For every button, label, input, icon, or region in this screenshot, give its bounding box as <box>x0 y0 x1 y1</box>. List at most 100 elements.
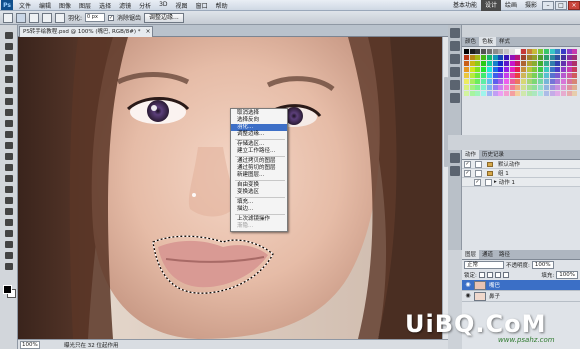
color-swatch[interactable] <box>464 85 469 90</box>
action-checkbox[interactable]: ✓ <box>464 160 471 168</box>
color-swatch[interactable] <box>492 55 498 60</box>
color-swatch[interactable] <box>503 73 509 78</box>
color-swatch[interactable] <box>498 49 504 54</box>
color-swatch[interactable] <box>543 79 549 84</box>
color-swatch[interactable] <box>509 79 515 84</box>
color-swatch[interactable] <box>572 79 578 84</box>
color-swatch[interactable] <box>566 67 572 72</box>
color-swatch[interactable] <box>475 55 481 60</box>
color-swatch[interactable] <box>549 61 555 66</box>
color-swatch[interactable] <box>475 91 481 96</box>
dialog-toggle[interactable] <box>485 178 492 186</box>
color-swatch[interactable] <box>572 49 578 54</box>
context-menu-item[interactable]: 自由变换 <box>231 182 287 189</box>
color-swatch[interactable] <box>464 67 469 72</box>
color-swatch[interactable] <box>481 67 487 72</box>
color-swatch[interactable] <box>521 73 526 78</box>
color-swatch[interactable] <box>469 91 475 96</box>
dialog-toggle[interactable] <box>475 160 482 168</box>
color-swatch[interactable] <box>515 61 521 66</box>
color-swatch[interactable] <box>492 67 498 72</box>
menu-item[interactable]: 视图 <box>172 1 192 10</box>
color-swatch[interactable] <box>498 67 504 72</box>
color-swatch[interactable] <box>509 91 515 96</box>
color-swatch[interactable] <box>492 73 498 78</box>
color-swatch[interactable] <box>538 49 544 54</box>
color-swatch[interactable] <box>469 79 475 84</box>
color-swatch[interactable] <box>509 49 515 54</box>
minimize-button[interactable]: – <box>542 0 554 10</box>
color-swatch[interactable] <box>469 55 475 60</box>
color-swatch[interactable] <box>503 85 509 90</box>
color-swatch[interactable] <box>543 73 549 78</box>
color-swatch[interactable] <box>549 55 555 60</box>
color-swatch[interactable] <box>526 55 532 60</box>
move-tool-icon[interactable] <box>4 31 14 40</box>
color-swatch[interactable] <box>526 61 532 66</box>
color-swatch[interactable] <box>492 79 498 84</box>
lock-position-icon[interactable] <box>494 272 501 278</box>
color-swatch[interactable] <box>560 73 566 78</box>
color-swatch[interactable] <box>526 85 532 90</box>
brush-panel-icon[interactable] <box>450 41 460 51</box>
color-swatch[interactable] <box>486 61 492 66</box>
color-swatch[interactable] <box>572 73 578 78</box>
character-icon[interactable] <box>450 67 460 77</box>
color-swatch[interactable] <box>549 49 555 54</box>
context-menu-item[interactable]: 建立工作路径... <box>231 148 287 155</box>
color-swatch[interactable] <box>503 49 509 54</box>
visibility-eye-icon[interactable]: ◉ <box>464 281 472 289</box>
color-swatch[interactable] <box>521 85 526 90</box>
color-swatch[interactable] <box>543 85 549 90</box>
color-swatch[interactable] <box>481 91 487 96</box>
lock-all-icon[interactable] <box>502 272 509 278</box>
color-swatch[interactable] <box>555 85 561 90</box>
color-swatch[interactable] <box>503 79 509 84</box>
color-swatch[interactable] <box>492 49 498 54</box>
color-swatch[interactable] <box>464 73 469 78</box>
color-swatch[interactable] <box>486 67 492 72</box>
color-swatch[interactable] <box>498 55 504 60</box>
panel-tab[interactable]: 色板 <box>479 37 497 46</box>
subtract-selection-icon[interactable] <box>42 12 52 23</box>
maximize-button[interactable]: □ <box>555 0 567 10</box>
shape-tool-icon[interactable] <box>4 218 14 227</box>
color-swatch[interactable] <box>481 79 487 84</box>
color-swatch[interactable] <box>521 79 526 84</box>
color-swatch[interactable] <box>509 73 515 78</box>
color-swatch[interactable] <box>555 61 561 66</box>
color-swatch[interactable] <box>464 61 469 66</box>
dialog-toggle[interactable] <box>475 169 482 177</box>
color-swatch[interactable] <box>555 49 561 54</box>
action-checkbox[interactable]: ✓ <box>464 169 471 177</box>
color-swatch[interactable] <box>481 55 487 60</box>
color-swatch[interactable] <box>515 67 521 72</box>
feather-input[interactable]: 0 px <box>85 13 106 22</box>
color-swatch[interactable] <box>566 61 572 66</box>
history-icon[interactable] <box>450 28 460 38</box>
color-swatch[interactable] <box>532 55 538 60</box>
color-swatch[interactable] <box>526 49 532 54</box>
blend-mode-select[interactable]: 正常 <box>464 261 504 269</box>
color-swatch[interactable] <box>515 49 521 54</box>
action-row[interactable]: ✓ ▸ 动作 1 <box>462 178 580 187</box>
color-swatch[interactable] <box>469 67 475 72</box>
color-swatch[interactable] <box>509 55 515 60</box>
color-swatch[interactable] <box>498 85 504 90</box>
color-swatch[interactable] <box>572 67 578 72</box>
close-button[interactable]: × <box>568 0 580 10</box>
context-menu-item[interactable]: 填充... <box>231 199 287 206</box>
paragraph-icon[interactable] <box>450 80 460 90</box>
color-swatch[interactable] <box>521 61 526 66</box>
color-swatch[interactable] <box>555 55 561 60</box>
color-swatch[interactable] <box>538 91 544 96</box>
color-swatch[interactable] <box>475 61 481 66</box>
color-swatch[interactable] <box>492 61 498 66</box>
color-swatch[interactable] <box>486 55 492 60</box>
color-swatch[interactable] <box>549 67 555 72</box>
path-select-tool-icon[interactable] <box>4 207 14 216</box>
color-swatch[interactable] <box>538 85 544 90</box>
color-swatch[interactable] <box>572 61 578 66</box>
color-swatch[interactable] <box>475 85 481 90</box>
menu-item[interactable]: 分析 <box>135 1 155 10</box>
